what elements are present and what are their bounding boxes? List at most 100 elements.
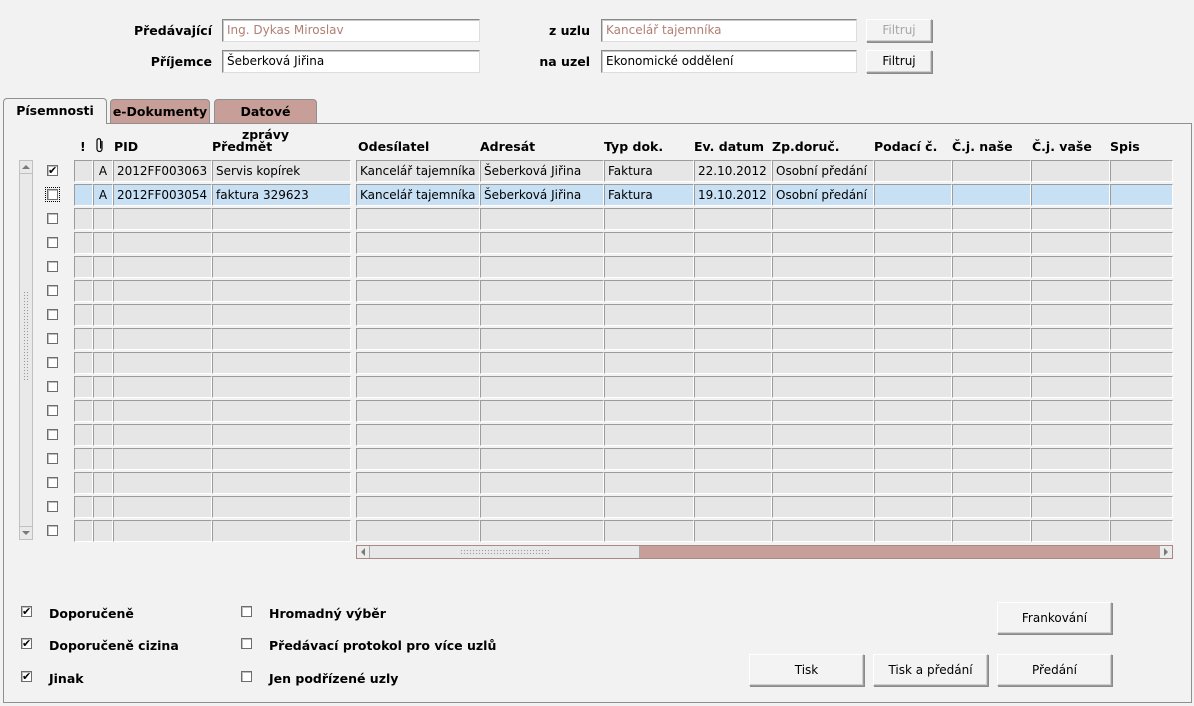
table-cell-typ[interactable]: [604, 376, 694, 398]
table-cell-pid[interactable]: [113, 376, 212, 398]
tisk-button[interactable]: Tisk: [749, 654, 864, 686]
table-cell-prio[interactable]: [74, 376, 93, 398]
table-cell-predmet[interactable]: [212, 424, 351, 446]
table-cell-odesilatel[interactable]: [356, 496, 480, 518]
table-cell-podaci[interactable]: [874, 520, 952, 542]
table-cell-odesilatel[interactable]: [356, 520, 480, 542]
table-cell-cjvase[interactable]: [1031, 280, 1110, 302]
table-cell-spis[interactable]: [1110, 400, 1173, 422]
table-cell-typ[interactable]: [604, 304, 694, 326]
table-cell-typ[interactable]: Faktura: [604, 184, 694, 206]
table-cell-predmet[interactable]: [212, 496, 351, 518]
jen-podrizene-checkbox[interactable]: [241, 671, 252, 682]
table-cell-odesilatel[interactable]: [356, 304, 480, 326]
table-cell-zpdoruc[interactable]: [772, 256, 874, 278]
table-cell-predmet[interactable]: [212, 400, 351, 422]
table-cell-odesilatel[interactable]: [356, 256, 480, 278]
table-cell-prio[interactable]: [74, 208, 93, 230]
table-cell-spis[interactable]: [1110, 448, 1173, 470]
table-cell-evdatum[interactable]: [694, 328, 772, 350]
table-cell-prio[interactable]: [74, 424, 93, 446]
table-cell-predmet[interactable]: faktura 329623: [212, 184, 351, 206]
table-cell-cjvase[interactable]: [1031, 304, 1110, 326]
table-cell-podaci[interactable]: [874, 472, 952, 494]
table-cell-flag[interactable]: [93, 376, 113, 398]
table-cell-podaci[interactable]: [874, 304, 952, 326]
table-cell-prio[interactable]: [74, 184, 93, 206]
row-select-checkbox[interactable]: [47, 477, 58, 488]
table-cell-evdatum[interactable]: [694, 424, 772, 446]
table-cell-spis[interactable]: [1110, 472, 1173, 494]
table-cell-spis[interactable]: [1110, 424, 1173, 446]
table-cell-typ[interactable]: [604, 448, 694, 470]
table-cell-prio[interactable]: [74, 496, 93, 518]
table-cell-spis[interactable]: [1110, 304, 1173, 326]
table-cell-cjvase[interactable]: [1031, 184, 1110, 206]
table-cell-odesilatel[interactable]: [356, 208, 480, 230]
table-cell-cjvase[interactable]: [1031, 424, 1110, 446]
table-cell-podaci[interactable]: [874, 328, 952, 350]
table-cell-flag[interactable]: [93, 496, 113, 518]
table-cell-cjvase[interactable]: [1031, 520, 1110, 542]
table-cell-odesilatel[interactable]: [356, 280, 480, 302]
table-cell-spis[interactable]: [1110, 160, 1173, 182]
table-cell-predmet[interactable]: [212, 520, 351, 542]
table-cell-evdatum[interactable]: [694, 400, 772, 422]
table-cell-adresat[interactable]: [480, 232, 604, 254]
table-cell-podaci[interactable]: [874, 376, 952, 398]
table-cell-spis[interactable]: [1110, 184, 1173, 206]
table-cell-odesilatel[interactable]: [356, 328, 480, 350]
table-cell-evdatum[interactable]: [694, 208, 772, 230]
row-select-checkbox[interactable]: [47, 429, 58, 440]
table-cell-adresat[interactable]: Šeberková Jiřina: [480, 160, 604, 182]
table-cell-typ[interactable]: [604, 280, 694, 302]
table-cell-adresat[interactable]: [480, 352, 604, 374]
row-select-checkbox[interactable]: [47, 357, 58, 368]
table-cell-zpdoruc[interactable]: [772, 448, 874, 470]
table-cell-evdatum[interactable]: [694, 448, 772, 470]
table-cell-spis[interactable]: [1110, 520, 1173, 542]
table-cell-cjnase[interactable]: [952, 280, 1031, 302]
row-select-checkbox[interactable]: [47, 501, 58, 512]
table-cell-pid[interactable]: [113, 304, 212, 326]
row-select-checkbox[interactable]: [47, 453, 58, 464]
table-cell-pid[interactable]: [113, 520, 212, 542]
predani-button[interactable]: Předání: [997, 654, 1112, 686]
table-cell-cjvase[interactable]: [1031, 472, 1110, 494]
table-cell-prio[interactable]: [74, 304, 93, 326]
table-cell-podaci[interactable]: [874, 256, 952, 278]
table-cell-zpdoruc[interactable]: [772, 496, 874, 518]
table-cell-evdatum[interactable]: [694, 280, 772, 302]
table-cell-pid[interactable]: 2012FF003063: [113, 160, 212, 182]
doporucene-checkbox[interactable]: ✔: [21, 606, 32, 617]
table-cell-cjnase[interactable]: [952, 208, 1031, 230]
table-cell-prio[interactable]: [74, 448, 93, 470]
predavaci-protokol-checkbox[interactable]: [241, 638, 252, 649]
table-cell-prio[interactable]: [74, 256, 93, 278]
table-cell-pid[interactable]: [113, 472, 212, 494]
table-cell-spis[interactable]: [1110, 256, 1173, 278]
table-cell-cjnase[interactable]: [952, 328, 1031, 350]
table-cell-podaci[interactable]: [874, 160, 952, 182]
table-cell-spis[interactable]: [1110, 496, 1173, 518]
table-cell-podaci[interactable]: [874, 448, 952, 470]
frankovani-button[interactable]: Frankování: [997, 602, 1112, 634]
table-cell-pid[interactable]: 2012FF003054: [113, 184, 212, 206]
table-cell-flag[interactable]: [93, 400, 113, 422]
table-cell-podaci[interactable]: [874, 232, 952, 254]
table-cell-flag[interactable]: [93, 208, 113, 230]
table-cell-prio[interactable]: [74, 520, 93, 542]
table-cell-prio[interactable]: [74, 352, 93, 374]
table-cell-flag[interactable]: [93, 280, 113, 302]
table-cell-zpdoruc[interactable]: [772, 280, 874, 302]
table-cell-odesilatel[interactable]: [356, 472, 480, 494]
table-cell-pid[interactable]: [113, 424, 212, 446]
doporucene-cizina-checkbox[interactable]: ✔: [21, 638, 32, 649]
table-cell-evdatum[interactable]: [694, 232, 772, 254]
table-cell-spis[interactable]: [1110, 208, 1173, 230]
predavajici-field[interactable]: Ing. Dykas Miroslav: [222, 19, 480, 42]
table-cell-pid[interactable]: [113, 448, 212, 470]
table-cell-evdatum[interactable]: [694, 304, 772, 326]
horizontal-scrollbar[interactable]: [356, 545, 1173, 559]
row-select-checkbox[interactable]: [47, 309, 58, 320]
